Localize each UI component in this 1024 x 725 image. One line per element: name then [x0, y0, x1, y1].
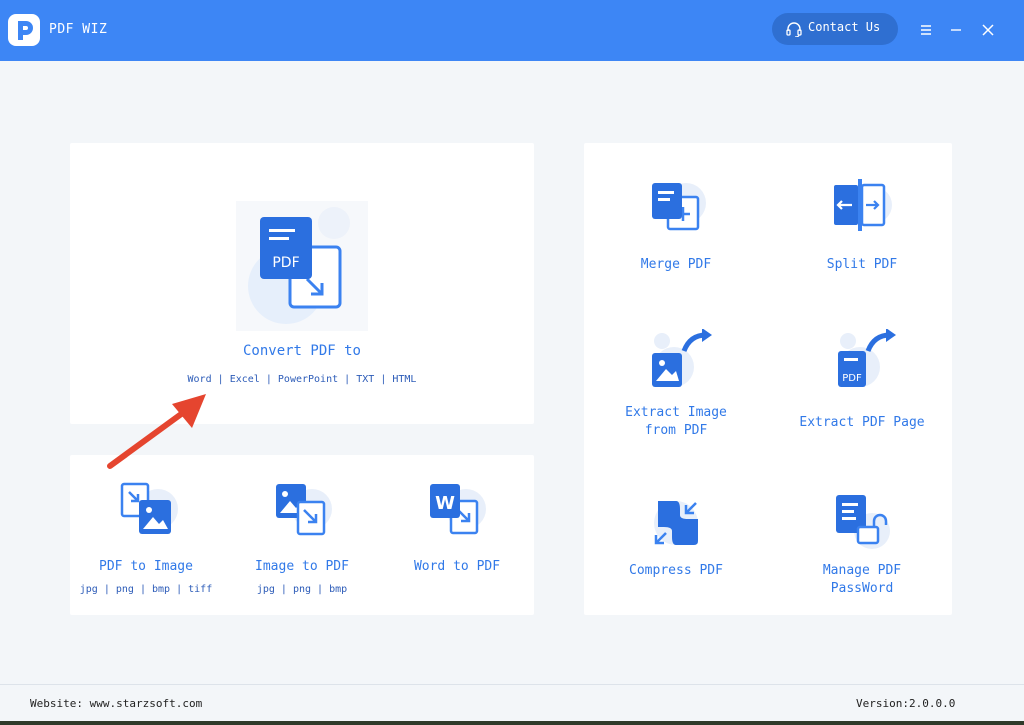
- compress-pdf-label: Compress PDF: [629, 563, 723, 578]
- contact-us-label: Contact Us: [808, 20, 881, 34]
- merge-pdf-label: Merge PDF: [640, 257, 712, 272]
- convert-pdf-card[interactable]: PDF Convert PDF to Word | Excel | PowerP…: [70, 143, 534, 424]
- manage-password-icon: [830, 491, 894, 559]
- pdf-to-image-icon: [116, 479, 180, 547]
- format-word[interactable]: Word: [188, 374, 212, 385]
- minimize-icon[interactable]: [944, 18, 968, 42]
- extract-pdf-page-tile[interactable]: PDF Extract PDF Page: [778, 311, 946, 451]
- pdf-to-image-tile[interactable]: PDF to Image jpg | png | bmp | tiff: [70, 455, 222, 615]
- convert-pdf-label: Convert PDF to: [242, 343, 361, 359]
- svg-text:PDF: PDF: [272, 255, 299, 271]
- word-to-pdf-icon: W: [424, 479, 488, 547]
- red-arrow-annotation: [107, 394, 206, 469]
- image-to-pdf-formats: jpg | png | bmp: [256, 584, 348, 595]
- close-icon[interactable]: [976, 18, 1000, 42]
- headset-icon: [786, 22, 802, 40]
- convert-pdf-icon: PDF: [236, 201, 368, 335]
- compress-pdf-icon: [644, 491, 708, 559]
- image-to-pdf-tile[interactable]: Image to PDF jpg | png | bmp: [226, 455, 378, 615]
- image-to-pdf-icon: [270, 479, 334, 547]
- pdf-to-image-formats: jpg | png | bmp | tiff: [79, 584, 213, 595]
- contact-us-button[interactable]: Contact Us: [772, 13, 898, 45]
- format-excel[interactable]: Excel: [230, 374, 260, 385]
- format-txt[interactable]: TXT: [356, 374, 374, 385]
- compress-pdf-tile[interactable]: Compress PDF: [592, 469, 760, 609]
- extract-pdf-page-label: Extract PDF Page: [799, 415, 925, 430]
- split-pdf-icon: [830, 175, 894, 243]
- app-title: PDF WIZ: [49, 22, 108, 37]
- quick-tools-card: PDF to Image jpg | png | bmp | tiff Imag…: [70, 455, 534, 615]
- merge-pdf-tile[interactable]: Merge PDF: [592, 153, 760, 293]
- status-bar: Website: www.starzsoft.com Version:2.0.0…: [0, 684, 1024, 725]
- merge-pdf-icon: [644, 175, 708, 243]
- svg-text:PDF: PDF: [842, 373, 862, 384]
- split-pdf-label: Split PDF: [826, 257, 898, 272]
- pdf-tools-card: Merge PDF Split PDF Extract Image from P…: [584, 143, 952, 615]
- website-link[interactable]: Website: www.starzsoft.com: [30, 697, 202, 710]
- image-to-pdf-label: Image to PDF: [255, 559, 349, 574]
- extract-image-label-line1: Extract Image: [625, 405, 727, 420]
- split-pdf-tile[interactable]: Split PDF: [778, 153, 946, 293]
- word-to-pdf-label: Word to PDF: [413, 559, 501, 574]
- convert-formats: Word | Excel | PowerPoint | TXT | HTML: [187, 374, 417, 385]
- extract-pdf-page-icon: PDF: [830, 328, 902, 397]
- manage-password-label-line2: PassWord: [830, 581, 894, 596]
- manage-pdf-password-tile[interactable]: Manage PDF PassWord: [778, 469, 946, 609]
- word-to-pdf-tile[interactable]: W Word to PDF: [380, 455, 534, 615]
- menu-icon[interactable]: [914, 18, 938, 42]
- pdf-to-image-label: PDF to Image: [99, 559, 193, 574]
- manage-password-label-line1: Manage PDF: [822, 563, 902, 578]
- format-powerpoint[interactable]: PowerPoint: [278, 374, 338, 385]
- version-label: Version:2.0.0.0: [856, 697, 956, 710]
- extract-image-tile[interactable]: Extract Image from PDF: [592, 311, 760, 451]
- svg-text:W: W: [435, 493, 455, 514]
- extract-image-icon: [644, 328, 716, 397]
- desktop-strip: [0, 721, 1024, 725]
- app-logo: [8, 14, 40, 46]
- title-bar: PDF WIZ Contact Us: [0, 0, 1024, 61]
- extract-image-label-line2: from PDF: [644, 423, 708, 438]
- format-html[interactable]: HTML: [392, 374, 416, 385]
